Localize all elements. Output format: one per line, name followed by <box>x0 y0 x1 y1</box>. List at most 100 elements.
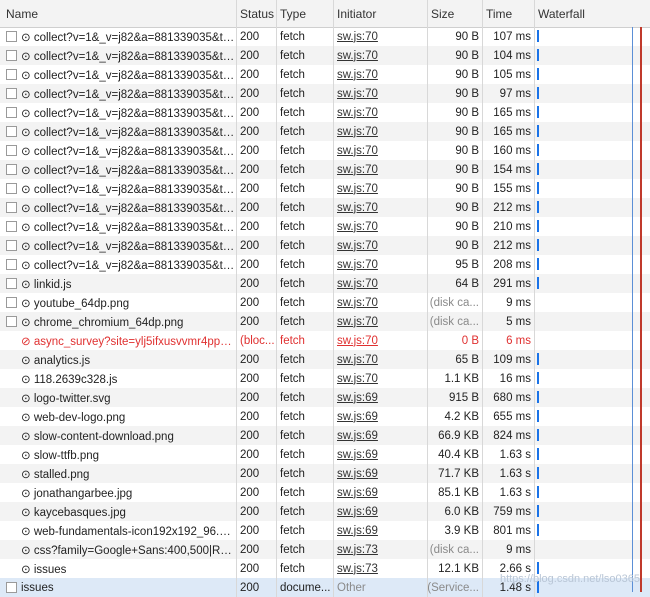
cell-initiator-text[interactable]: sw.js:73 <box>337 544 378 556</box>
request-name[interactable]: ⊙ collect?v=1&_v=j82&a=881339035&t=... <box>21 239 236 253</box>
column-header-name[interactable]: Name <box>0 0 237 27</box>
table-row[interactable]: ⊙ 118.2639c328.js 200 fetch sw.js:70 1.1 KB 1… <box>0 369 650 388</box>
table-row[interactable]: ⊙ collect?v=1&_v=j82&a=881339035&t=... 20… <box>0 122 650 141</box>
request-name[interactable]: ⊙ collect?v=1&_v=j82&a=881339035&t=... <box>21 220 236 234</box>
table-row[interactable]: ⊙ stalled.png 200 fetch sw.js:69 71.7 KB 1.63… <box>0 464 650 483</box>
cell-initiator-text[interactable]: sw.js:69 <box>337 468 378 480</box>
cell-initiator-text[interactable]: sw.js:69 <box>337 430 378 442</box>
request-name[interactable]: ⊙ collect?v=1&_v=j82&a=881339035&t=... <box>21 68 236 82</box>
table-row[interactable]: ⊙ css?family=Google+Sans:400,500|Robo...… <box>0 540 650 559</box>
cell-initiator-text[interactable]: sw.js:70 <box>337 50 378 62</box>
request-name[interactable]: ⊘ async_survey?site=ylj5ifxusvvmr4pp6ae.… <box>21 334 236 348</box>
column-header-type[interactable]: Type <box>277 0 334 27</box>
request-name[interactable]: ⊙ web-dev-logo.png <box>21 410 125 424</box>
cell-initiator-text[interactable]: sw.js:69 <box>337 392 378 404</box>
cell-size: 90 B <box>428 198 483 217</box>
request-name[interactable]: ⊙ collect?v=1&_v=j82&a=881339035&t=... <box>21 144 236 158</box>
table-row[interactable]: ⊙ web-dev-logo.png 200 fetch sw.js:69 4.2 KB… <box>0 407 650 426</box>
cell-initiator-text[interactable]: sw.js:70 <box>337 145 378 157</box>
cell-initiator-text[interactable]: sw.js:70 <box>337 202 378 214</box>
request-name[interactable]: ⊙ collect?v=1&_v=j82&a=881339035&t=... <box>21 87 236 101</box>
table-row[interactable]: ⊙ collect?v=1&_v=j82&a=881339035&t=... 20… <box>0 46 650 65</box>
request-name[interactable]: ⊙ issues <box>21 562 66 576</box>
request-name[interactable]: ⊙ slow-content-download.png <box>21 429 174 443</box>
request-name[interactable]: ⊙ collect?v=1&_v=j82&a=881339035&t=... <box>21 182 236 196</box>
table-row[interactable]: ⊙ collect?v=1&_v=j82&a=881339035&t=... 20… <box>0 103 650 122</box>
table-row[interactable]: ⊙ linkid.js 200 fetch sw.js:70 64 B 291 ms <box>0 274 650 293</box>
request-name[interactable]: ⊙ collect?v=1&_v=j82&a=881339035&t=... <box>21 106 236 120</box>
cell-initiator-text[interactable]: sw.js:69 <box>337 506 378 518</box>
cell-name: ⊙ chrome_chromium_64dp.png <box>0 312 237 331</box>
table-row[interactable]: ⊙ collect?v=1&_v=j82&a=881339035&t=... 20… <box>0 160 650 179</box>
request-name[interactable]: ⊙ css?family=Google+Sans:400,500|Robo... <box>21 543 236 557</box>
table-row[interactable]: ⊙ web-fundamentals-icon192x192_96.png 200… <box>0 521 650 540</box>
request-name[interactable]: ⊙ collect?v=1&_v=j82&a=881339035&t=... <box>21 163 236 177</box>
table-row[interactable]: ⊙ collect?v=1&_v=j82&a=881339035&t=... 20… <box>0 65 650 84</box>
cell-initiator-text[interactable]: sw.js:70 <box>337 69 378 81</box>
table-row[interactable]: ⊙ collect?v=1&_v=j82&a=881339035&t=... 20… <box>0 141 650 160</box>
request-name[interactable]: ⊙ collect?v=1&_v=j82&a=881339035&t=... <box>21 201 236 215</box>
waterfall-bar <box>537 372 539 384</box>
request-name[interactable]: ⊙ linkid.js <box>21 277 72 291</box>
cell-initiator-text[interactable]: sw.js:70 <box>337 183 378 195</box>
cell-initiator-text[interactable]: sw.js:70 <box>337 373 378 385</box>
table-row[interactable]: ⊙ collect?v=1&_v=j82&a=881339035&t=... 20… <box>0 217 650 236</box>
cell-initiator-text[interactable]: sw.js:70 <box>337 240 378 252</box>
cell-initiator-text[interactable]: sw.js:70 <box>337 31 378 43</box>
cell-size-text: 90 B <box>455 106 479 119</box>
cell-name: ⊙ collect?v=1&_v=j82&a=881339035&t=... <box>0 46 237 65</box>
cell-initiator-text[interactable]: sw.js:70 <box>337 335 378 347</box>
request-name[interactable]: ⊙ kaycebasques.jpg <box>21 505 126 519</box>
cell-initiator-text[interactable]: sw.js:70 <box>337 278 378 290</box>
cell-initiator-text[interactable]: sw.js:70 <box>337 126 378 138</box>
request-name[interactable]: ⊙ jonathangarbee.jpg <box>21 486 132 500</box>
table-row[interactable]: ⊙ logo-twitter.svg 200 fetch sw.js:69 915 B 6… <box>0 388 650 407</box>
request-name[interactable]: ⊙ stalled.png <box>21 467 89 481</box>
table-row[interactable]: ⊙ youtube_64dp.png 200 fetch sw.js:70 (disk … <box>0 293 650 312</box>
cell-initiator-text[interactable]: sw.js:73 <box>337 563 378 575</box>
table-row[interactable]: ⊙ analytics.js 200 fetch sw.js:70 65 B 109 ms <box>0 350 650 369</box>
cell-type: fetch <box>277 103 334 122</box>
request-name[interactable]: ⊙ collect?v=1&_v=j82&a=881339035&t=... <box>21 258 236 272</box>
cell-initiator-text[interactable]: sw.js:69 <box>337 449 378 461</box>
cell-initiator-text[interactable]: sw.js:69 <box>337 487 378 499</box>
request-name[interactable]: ⊙ collect?v=1&_v=j82&a=881339035&t=... <box>21 125 236 139</box>
table-row[interactable]: ⊙ collect?v=1&_v=j82&a=881339035&t=... 20… <box>0 236 650 255</box>
table-row[interactable]: ⊙ collect?v=1&_v=j82&a=881339035&t=... 20… <box>0 179 650 198</box>
column-header-size[interactable]: Size <box>428 0 483 27</box>
table-row[interactable]: ⊙ chrome_chromium_64dp.png 200 fetch sw.js:… <box>0 312 650 331</box>
table-row[interactable]: ⊙ collect?v=1&_v=j82&a=881339035&t=... 20… <box>0 27 650 46</box>
cell-initiator-text[interactable]: sw.js:70 <box>337 164 378 176</box>
request-name[interactable]: ⊙ analytics.js <box>21 353 90 367</box>
table-row[interactable]: ⊙ kaycebasques.jpg 200 fetch sw.js:69 6.0 KB… <box>0 502 650 521</box>
column-header-waterfall[interactable]: Waterfall <box>535 0 650 27</box>
table-row[interactable]: ⊙ jonathangarbee.jpg 200 fetch sw.js:69 85.1… <box>0 483 650 502</box>
table-row[interactable]: ⊙ slow-ttfb.png 200 fetch sw.js:69 40.4 KB 1.… <box>0 445 650 464</box>
cell-initiator-text[interactable]: sw.js:70 <box>337 107 378 119</box>
column-header-status[interactable]: Status <box>237 0 277 27</box>
request-name[interactable]: ⊙ web-fundamentals-icon192x192_96.png <box>21 524 236 538</box>
table-row[interactable]: ⊙ collect?v=1&_v=j82&a=881339035&t=... 20… <box>0 198 650 217</box>
cell-initiator-text[interactable]: sw.js:70 <box>337 316 378 328</box>
request-name[interactable]: ⊙ chrome_chromium_64dp.png <box>21 315 183 329</box>
request-name[interactable]: ⊙ youtube_64dp.png <box>21 296 129 310</box>
request-name[interactable]: ⊙ collect?v=1&_v=j82&a=881339035&t=... <box>21 49 236 63</box>
table-row[interactable]: ⊙ collect?v=1&_v=j82&a=881339035&t=... 20… <box>0 255 650 274</box>
request-name[interactable]: ⊙ 118.2639c328.js <box>21 372 117 386</box>
cell-initiator-text[interactable]: sw.js:69 <box>337 411 378 423</box>
table-row[interactable]: ⊙ slow-content-download.png 200 fetch sw.js… <box>0 426 650 445</box>
cell-initiator-text[interactable]: sw.js:69 <box>337 525 378 537</box>
cell-initiator-text[interactable]: sw.js:70 <box>337 88 378 100</box>
column-header-initiator[interactable]: Initiator <box>334 0 428 27</box>
table-row[interactable]: ⊙ collect?v=1&_v=j82&a=881339035&t=... 20… <box>0 84 650 103</box>
cell-initiator-text[interactable]: sw.js:70 <box>337 259 378 271</box>
column-header-time[interactable]: Time <box>483 0 535 27</box>
table-row[interactable]: ⊘ async_survey?site=ylj5ifxusvvmr4pp6ae.… <box>0 331 650 350</box>
cell-initiator-text[interactable]: sw.js:70 <box>337 297 378 309</box>
request-name[interactable]: ⊙ collect?v=1&_v=j82&a=881339035&t=... <box>21 30 236 44</box>
cell-initiator-text[interactable]: sw.js:70 <box>337 354 378 366</box>
request-name[interactable]: ⊙ slow-ttfb.png <box>21 448 99 462</box>
cell-status-text: 200 <box>240 543 260 556</box>
cell-initiator-text[interactable]: sw.js:70 <box>337 221 378 233</box>
request-name[interactable]: ⊙ logo-twitter.svg <box>21 391 111 405</box>
